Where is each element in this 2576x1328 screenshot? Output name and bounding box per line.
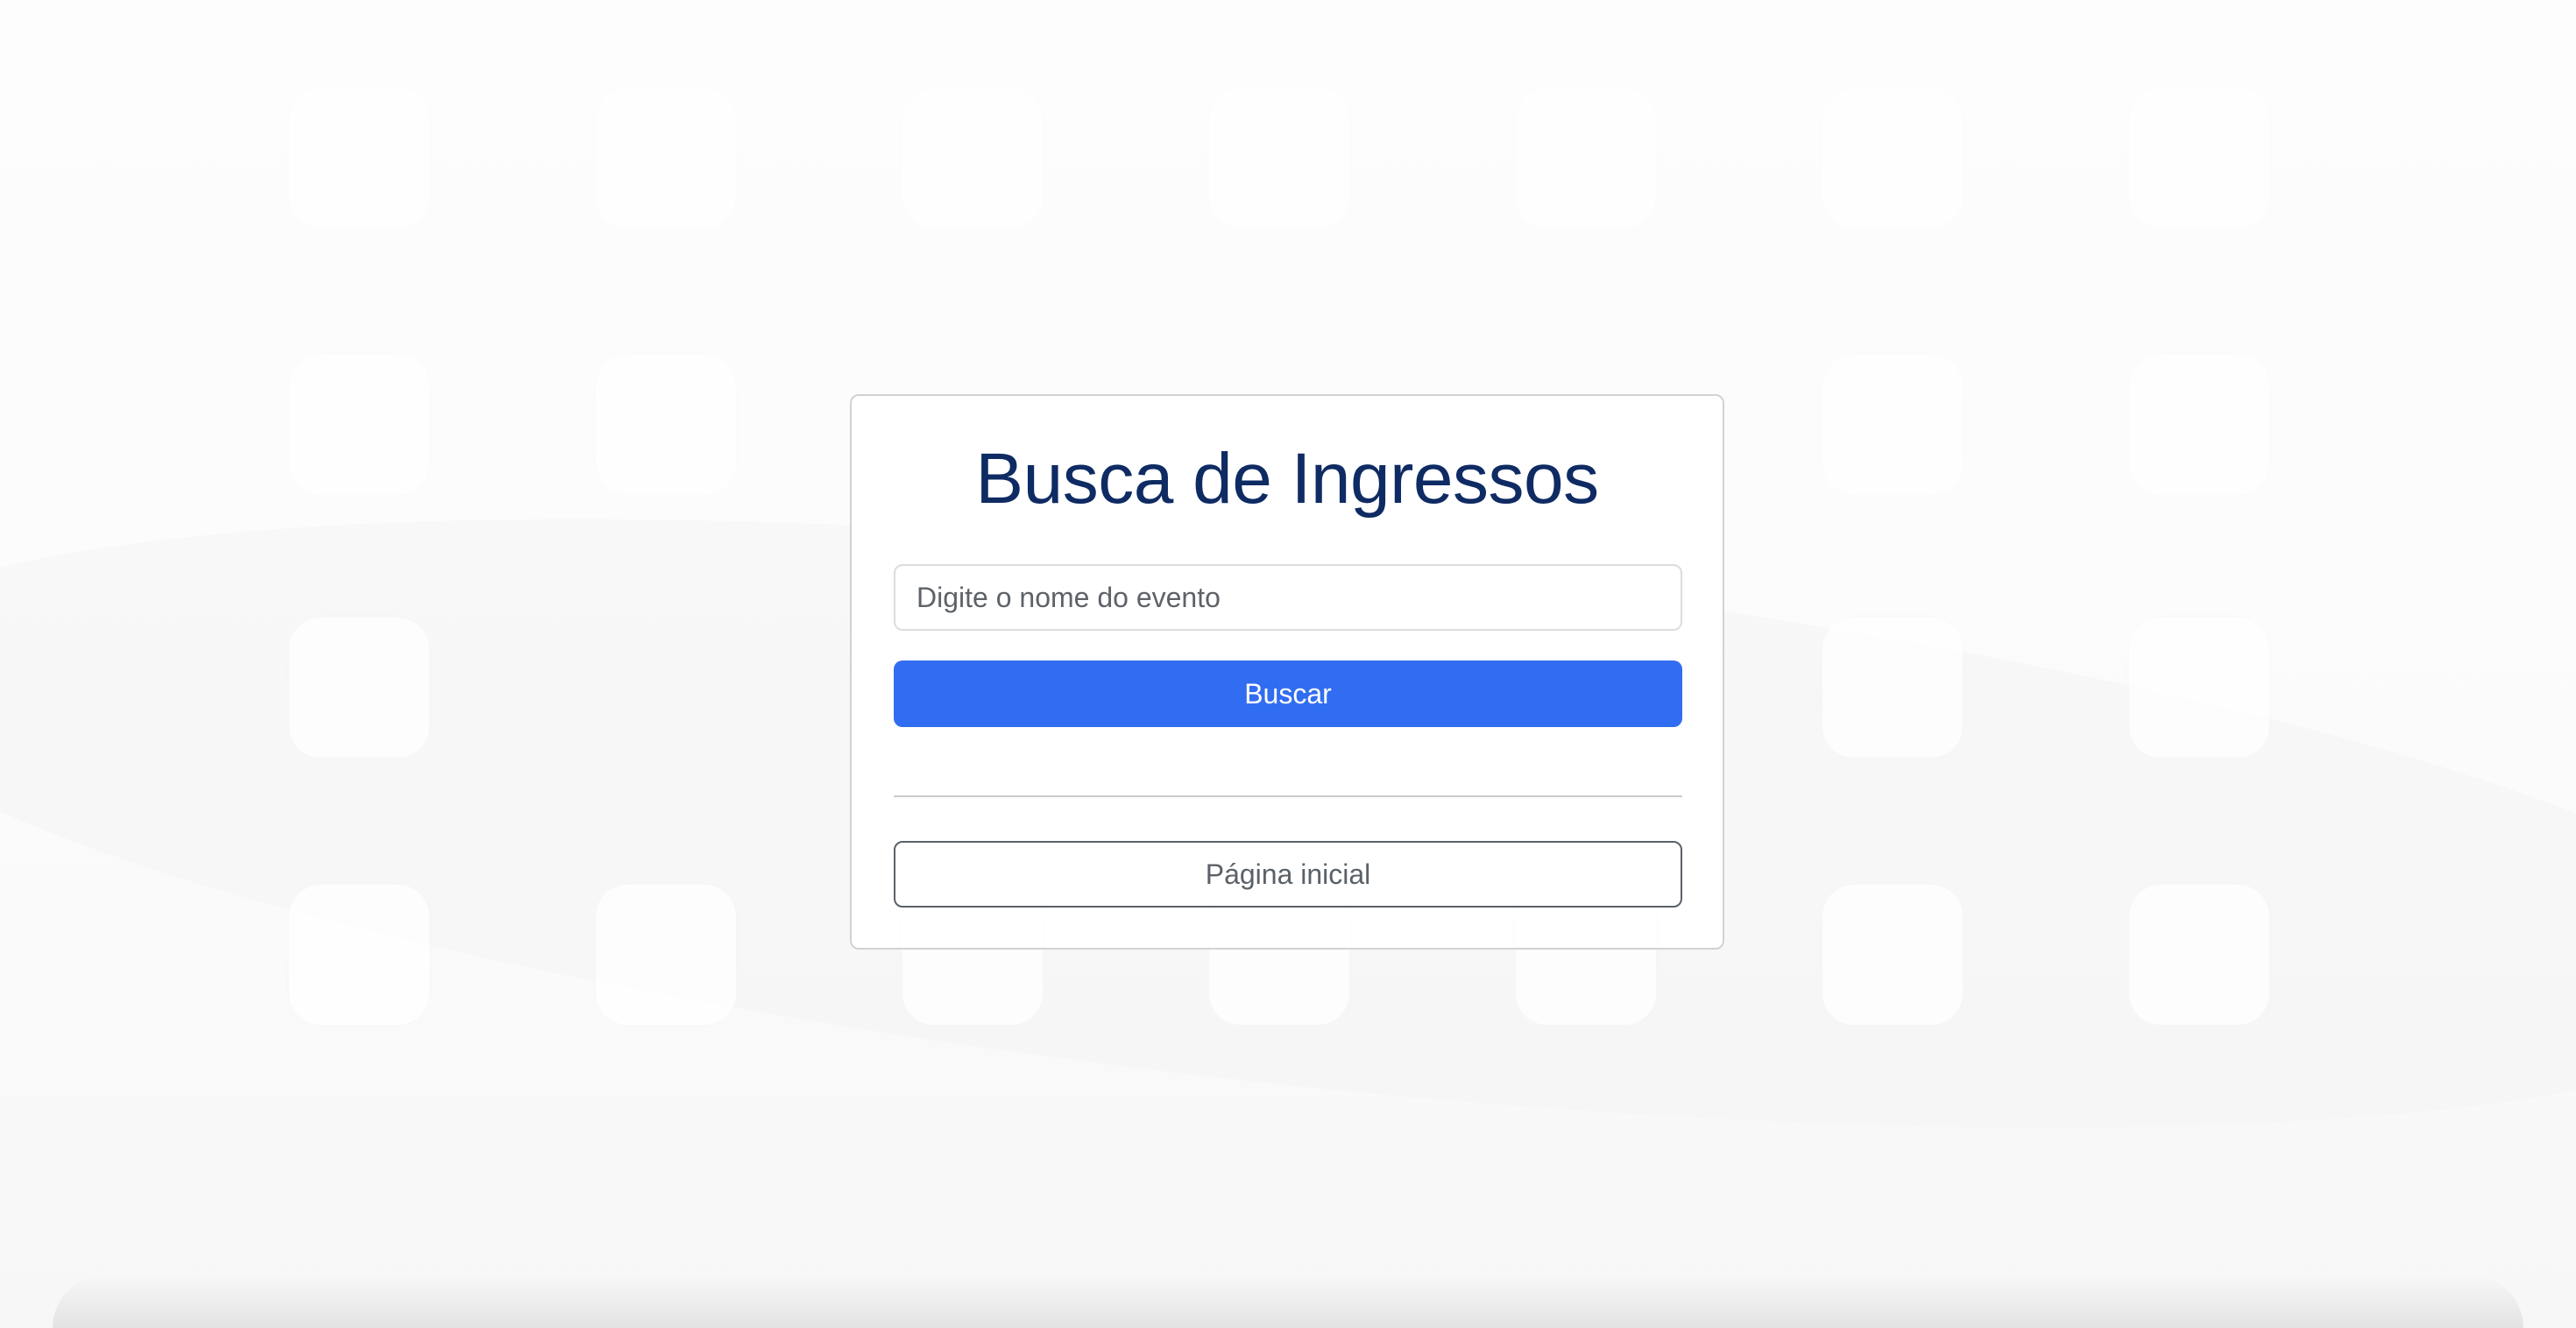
- background-app-icon: [289, 618, 429, 758]
- background-app-icon: [2129, 88, 2269, 228]
- divider: [894, 795, 1682, 797]
- page-title: Busca de Ingressos: [975, 439, 1599, 519]
- event-search-input[interactable]: [894, 564, 1682, 631]
- background-app-icon: [1822, 88, 1963, 228]
- background-app-icon: [2129, 618, 2269, 758]
- background-app-icon: [596, 88, 736, 228]
- background-app-icon: [289, 885, 429, 1025]
- background-app-icon: [2129, 885, 2269, 1025]
- background-app-icon: [289, 88, 429, 228]
- background-app-icon: [2129, 355, 2269, 495]
- background-app-icon: [289, 355, 429, 495]
- background-app-icon: [1209, 88, 1349, 228]
- background-app-icon: [902, 88, 1043, 228]
- dock-shadow: [53, 1275, 2523, 1328]
- background-app-icon: [1822, 885, 1963, 1025]
- home-page-button[interactable]: Página inicial: [894, 841, 1682, 908]
- search-button[interactable]: Buscar: [894, 660, 1682, 727]
- background-app-icon: [1516, 88, 1656, 228]
- background-app-icon: [1822, 618, 1963, 758]
- background-app-icon: [596, 355, 736, 495]
- background-app-icon: [596, 885, 736, 1025]
- ticket-search-card: Busca de Ingressos Buscar Página inicial: [850, 394, 1724, 950]
- background-app-icon: [1822, 355, 1963, 495]
